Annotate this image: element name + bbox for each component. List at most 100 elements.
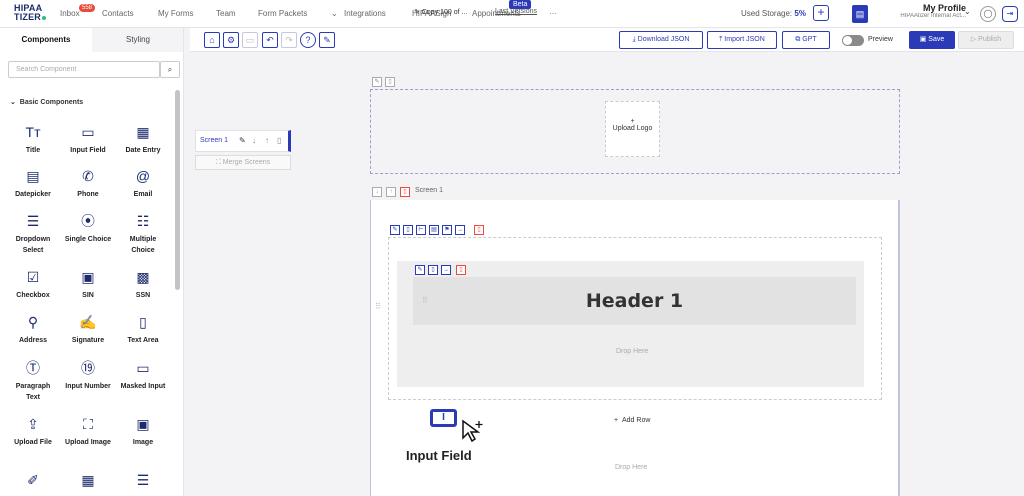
component-single-choice[interactable]: ⦿ Single Choice xyxy=(63,212,113,245)
input-number-icon: ⑲ xyxy=(81,360,95,376)
component-multiple-choice[interactable]: ☷ Multiple Choice xyxy=(118,212,168,256)
import-json-button[interactable]: ⤒ Import JSON xyxy=(707,31,777,49)
header-field[interactable]: Header 1 xyxy=(413,277,856,325)
field-edit-icon[interactable]: ✎ xyxy=(415,265,425,275)
component-more-2[interactable]: ▦ xyxy=(63,471,113,489)
hipaatizer-logo[interactable]: HIPAA TIZER xyxy=(14,4,54,24)
component-address[interactable]: ⚲ Address xyxy=(8,313,58,346)
section-title[interactable]: ⌄ Basic Components xyxy=(10,98,83,106)
component-signature[interactable]: ✍ Signature xyxy=(63,313,113,346)
nav-integrations[interactable]: Integrations xyxy=(344,9,386,18)
arrow-down-icon[interactable]: ↓ xyxy=(252,136,256,145)
chevron-down-icon[interactable]: ⌄ xyxy=(331,9,338,18)
drag-handle-icon[interactable]: ⠿ xyxy=(375,302,381,311)
search-component-input[interactable] xyxy=(8,61,160,78)
component-upload-file[interactable]: ⇪ Upload File xyxy=(8,415,58,448)
profile-menu[interactable]: My Profile HIPAAtizer Internal Act... xyxy=(884,3,966,19)
component-more-3[interactable]: ☰ xyxy=(118,471,168,489)
arrow-up-icon[interactable]: ↑ xyxy=(265,136,269,145)
component-input-field[interactable]: ▭ Input Field xyxy=(63,123,113,156)
component-input-number[interactable]: ⑲ Input Number xyxy=(63,359,113,392)
form-name[interactable]: ✎ Copy 100 of ... xyxy=(414,8,467,16)
nav-form-packets[interactable]: Form Packets xyxy=(258,9,307,18)
field-copy-icon[interactable]: ▯ xyxy=(428,265,438,275)
row-columns-icon[interactable]: ⊢ xyxy=(416,225,426,235)
edit-icon[interactable]: ✎ xyxy=(239,136,246,145)
add-row-button[interactable]: + Add Row xyxy=(614,417,650,424)
save-button[interactable]: ▣ Save xyxy=(909,31,955,49)
trash-icon[interactable]: ▯ xyxy=(277,136,281,145)
used-storage: Used Storage: 5% xyxy=(741,9,806,18)
row-move-icon[interactable]: → xyxy=(455,225,465,235)
component-image[interactable]: ▣ Image xyxy=(118,415,168,448)
field-move-icon[interactable]: → xyxy=(441,265,451,275)
help-icon[interactable]: ? xyxy=(300,32,316,48)
component-date-entry[interactable]: ▦ Date Entry xyxy=(118,123,168,156)
component-more-1[interactable]: ✐ xyxy=(8,471,58,489)
component-dropdown-select[interactable]: ☰ Dropdown Select xyxy=(8,212,58,256)
screen-list-item[interactable]: Screen 1 ✎ ↓ ↑ ▯ xyxy=(195,130,291,152)
component-masked-input[interactable]: ▭ Masked Input xyxy=(118,359,168,392)
row-edit-icon[interactable]: ✎ xyxy=(390,225,400,235)
screen-move-up-icon[interactable]: ↑ xyxy=(386,187,396,197)
screen-delete-icon[interactable]: ▯ xyxy=(400,187,410,197)
gpt-button[interactable]: ⧉ GPT xyxy=(782,31,830,49)
field-drag-handle-icon[interactable]: ⠿ xyxy=(422,296,428,305)
component-checkbox[interactable]: ☑ Checkbox xyxy=(8,268,58,301)
document-icon[interactable]: ▤ xyxy=(852,5,868,23)
nav-inbox[interactable]: Inbox xyxy=(60,9,80,18)
download-json-button[interactable]: ⤓ Download JSON xyxy=(619,31,703,49)
row-layout-icon[interactable]: ▤ xyxy=(429,225,439,235)
settings-icon[interactable]: ⚙ xyxy=(223,32,239,48)
search-icon[interactable]: ⌕ xyxy=(160,61,180,78)
nav-team[interactable]: Team xyxy=(216,9,236,18)
field-delete-icon[interactable]: ▯ xyxy=(456,265,466,275)
component-datepicker[interactable]: ▤ Datepicker xyxy=(8,167,58,200)
component-sin[interactable]: ▣ SIN xyxy=(63,268,113,301)
drop-zone: Drop Here xyxy=(616,348,649,355)
map-pin-icon: ⚲ xyxy=(27,314,39,330)
publish-button[interactable]: ▷ Publish xyxy=(958,31,1014,49)
signature-icon: ✍ xyxy=(79,314,97,330)
row-delete-icon[interactable]: ▯ xyxy=(474,225,484,235)
save-draft-icon[interactable]: ▭ xyxy=(242,32,258,48)
undo-icon[interactable]: ↶ xyxy=(262,32,278,48)
image-icon: ▣ xyxy=(136,416,150,432)
row-copy-icon[interactable]: ▯ xyxy=(403,225,413,235)
paragraph-icon: Ⓣ xyxy=(26,360,40,376)
panel-scrollbar[interactable] xyxy=(175,90,180,290)
redo-icon[interactable]: ↷ xyxy=(281,32,297,48)
tab-components[interactable]: Components xyxy=(0,28,92,52)
logo-edit-icon[interactable]: ✎ xyxy=(372,77,382,87)
component-title[interactable]: Tт Title xyxy=(8,123,58,156)
component-text-area[interactable]: ▯ Text Area xyxy=(118,313,168,346)
nav-contacts[interactable]: Contacts xyxy=(102,9,134,18)
title-icon: Tт xyxy=(25,124,41,140)
builder-toolbar: ⌂ ⚙ ▭ ↶ ↷ ? ✎ xyxy=(190,28,1024,52)
merge-screens-button[interactable]: ⛶ Merge Screens xyxy=(195,155,291,170)
brush-icon[interactable]: ✎ xyxy=(319,32,335,48)
logo-copy-icon[interactable]: ▯ xyxy=(385,77,395,87)
upload-logo-button[interactable]: + Upload Logo xyxy=(605,101,660,157)
component-email[interactable]: @ Email xyxy=(118,167,168,200)
nav-my-forms[interactable]: My Forms xyxy=(158,9,194,18)
preview-toggle[interactable] xyxy=(842,35,864,46)
profile-chevron-icon[interactable]: ⌄ xyxy=(964,7,971,16)
logout-icon[interactable]: ⇥ xyxy=(1002,6,1018,22)
component-upload-image[interactable]: ⛶ Upload Image xyxy=(63,415,113,448)
date-entry-icon: ▦ xyxy=(136,124,150,140)
panel-tabs: Components Styling xyxy=(0,28,183,52)
nav-more[interactable]: ··· xyxy=(549,9,557,18)
component-paragraph-text[interactable]: Ⓣ Paragraph Text xyxy=(8,359,58,403)
components-panel: Components Styling ⌕ ⌄ Basic Components … xyxy=(0,28,184,496)
component-phone[interactable]: ✆ Phone xyxy=(63,167,113,200)
last-versions-link[interactable]: Last Versions xyxy=(495,8,537,15)
component-ssn[interactable]: ▩ SSN xyxy=(118,268,168,301)
home-icon[interactable]: ⌂ xyxy=(204,32,220,48)
screen-move-down-icon[interactable]: ↓ xyxy=(372,187,382,197)
dropdown-icon: ☰ xyxy=(26,213,40,229)
add-storage-button[interactable]: + xyxy=(813,5,829,21)
user-avatar-icon[interactable]: ◯ xyxy=(980,6,996,22)
row-flag-icon[interactable]: ⚑ xyxy=(442,225,452,235)
tab-styling[interactable]: Styling xyxy=(92,28,183,52)
